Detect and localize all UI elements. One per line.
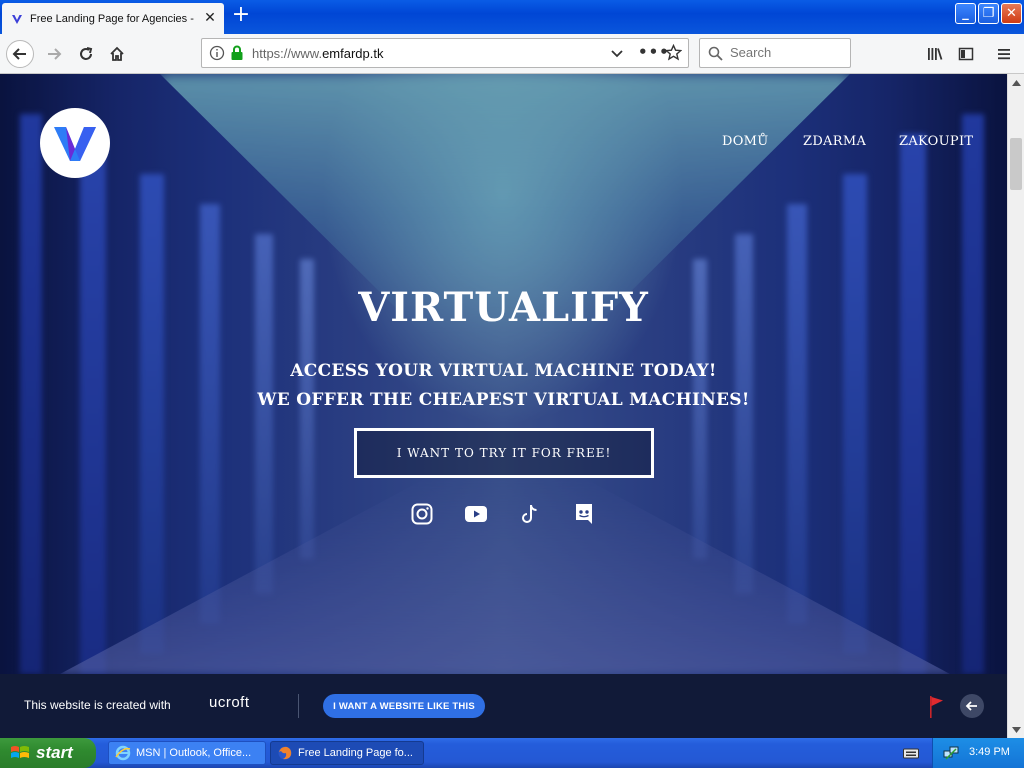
site-favicon-icon bbox=[10, 12, 24, 26]
reload-button[interactable] bbox=[72, 40, 100, 68]
window-restore-button[interactable]: ❐ bbox=[978, 3, 999, 24]
taskbar-item-label: Free Landing Page fo... bbox=[298, 747, 413, 759]
sidebar-toggle-button[interactable] bbox=[952, 40, 980, 68]
nav-link-free[interactable]: ZDARMA bbox=[803, 134, 866, 149]
ucraft-logo[interactable]: ucroft bbox=[209, 694, 250, 711]
youtube-icon[interactable] bbox=[464, 502, 488, 526]
library-icon bbox=[928, 48, 943, 60]
lock-icon[interactable] bbox=[230, 45, 244, 65]
start-button[interactable]: start bbox=[0, 738, 96, 768]
browser-titlebar: Free Landing Page for Agencies - ✕ + _ ❐… bbox=[0, 0, 1024, 34]
ucraft-divider bbox=[298, 694, 299, 718]
arrow-left-icon bbox=[965, 701, 977, 711]
nav-link-buy[interactable]: ZAKOUPIT bbox=[899, 134, 973, 149]
hero-subtitle-1: ACCESS YOUR VIRTUAL MACHINE TODAY! bbox=[290, 361, 717, 381]
page-scrollbar[interactable] bbox=[1007, 74, 1024, 738]
browser-tab[interactable]: Free Landing Page for Agencies - ✕ bbox=[2, 3, 224, 34]
search-icon bbox=[708, 46, 723, 65]
home-icon bbox=[110, 46, 124, 61]
firefox-icon bbox=[277, 745, 293, 761]
scrollbar-thumb[interactable] bbox=[1010, 138, 1022, 190]
start-label: start bbox=[36, 743, 73, 762]
browser-toolbar: https://www.emfardp.tk ••• bbox=[0, 34, 1024, 74]
bookmark-star-icon[interactable] bbox=[664, 43, 683, 65]
reload-icon bbox=[80, 47, 93, 60]
page-content: DOMŮ ZDARMA ZAKOUPIT VIRTUALIFY ACCESS Y… bbox=[0, 74, 1007, 674]
sidebar-icon bbox=[958, 47, 974, 61]
try-free-button[interactable]: I WANT TO TRY IT FOR FREE! bbox=[354, 428, 654, 478]
system-tray: 3:49 PM bbox=[932, 738, 1024, 768]
website-like-this-button[interactable]: I WANT A WEBSITE LIKE THIS bbox=[323, 694, 485, 718]
nav-link-home[interactable]: DOMŮ bbox=[722, 134, 769, 149]
discord-icon[interactable] bbox=[572, 502, 596, 526]
windows-logo-icon bbox=[11, 746, 29, 758]
arrow-left-icon bbox=[12, 48, 26, 60]
ucraft-created-with-text: This website is created with bbox=[24, 698, 171, 712]
search-input[interactable] bbox=[730, 45, 845, 60]
back-button[interactable] bbox=[6, 40, 34, 68]
hero-subtitle-2: WE OFFER THE CHEAPEST VIRTUAL MACHINES! bbox=[257, 390, 750, 410]
taskbar-item-label: MSN | Outlook, Office... bbox=[136, 747, 252, 759]
scroll-up-arrow-icon[interactable] bbox=[1008, 74, 1024, 91]
site-logo[interactable] bbox=[40, 108, 110, 178]
virtualify-logo-icon bbox=[54, 127, 96, 161]
instagram-icon[interactable] bbox=[410, 502, 434, 526]
hero-title: VIRTUALIFY bbox=[358, 284, 649, 331]
hamburger-icon bbox=[998, 49, 1010, 60]
address-bar[interactable]: https://www.emfardp.tk ••• bbox=[201, 38, 689, 68]
home-button[interactable] bbox=[103, 40, 131, 68]
internet-explorer-icon bbox=[115, 745, 131, 761]
taskbar-item-msn[interactable]: MSN | Outlook, Office... bbox=[108, 741, 266, 765]
ucraft-banner: This website is created with ucroft I WA… bbox=[0, 674, 1007, 738]
url-host: emfardp.tk bbox=[322, 46, 384, 61]
tab-title: Free Landing Page for Agencies - bbox=[30, 12, 194, 25]
url-scheme: https://www. bbox=[252, 46, 323, 61]
chevron-down-icon[interactable] bbox=[609, 45, 625, 65]
info-icon[interactable] bbox=[209, 45, 225, 65]
keyboard-icon[interactable] bbox=[903, 745, 919, 764]
network-icon[interactable] bbox=[943, 745, 959, 765]
url-text: https://www.emfardp.tk bbox=[252, 46, 384, 61]
ucraft-collapse-button[interactable] bbox=[960, 694, 984, 718]
new-tab-button[interactable]: + bbox=[230, 4, 252, 27]
flag-icon[interactable] bbox=[928, 695, 944, 723]
search-bar[interactable] bbox=[699, 38, 851, 68]
scroll-down-arrow-icon[interactable] bbox=[1008, 721, 1024, 738]
tiktok-icon[interactable] bbox=[518, 502, 542, 526]
window-close-button[interactable]: ✕ bbox=[1001, 3, 1022, 24]
window-minimize-button[interactable]: _ bbox=[955, 3, 976, 24]
arrow-right-icon bbox=[48, 48, 62, 60]
taskbar-item-firefox[interactable]: Free Landing Page fo... bbox=[270, 741, 424, 765]
hamburger-menu-button[interactable] bbox=[990, 40, 1018, 68]
library-button[interactable] bbox=[921, 40, 949, 68]
clock: 3:49 PM bbox=[969, 746, 1010, 758]
close-tab-icon[interactable]: ✕ bbox=[202, 10, 218, 26]
forward-button[interactable] bbox=[40, 40, 68, 68]
windows-taskbar: start MSN | Outlook, Office... Free Land… bbox=[0, 738, 1024, 768]
